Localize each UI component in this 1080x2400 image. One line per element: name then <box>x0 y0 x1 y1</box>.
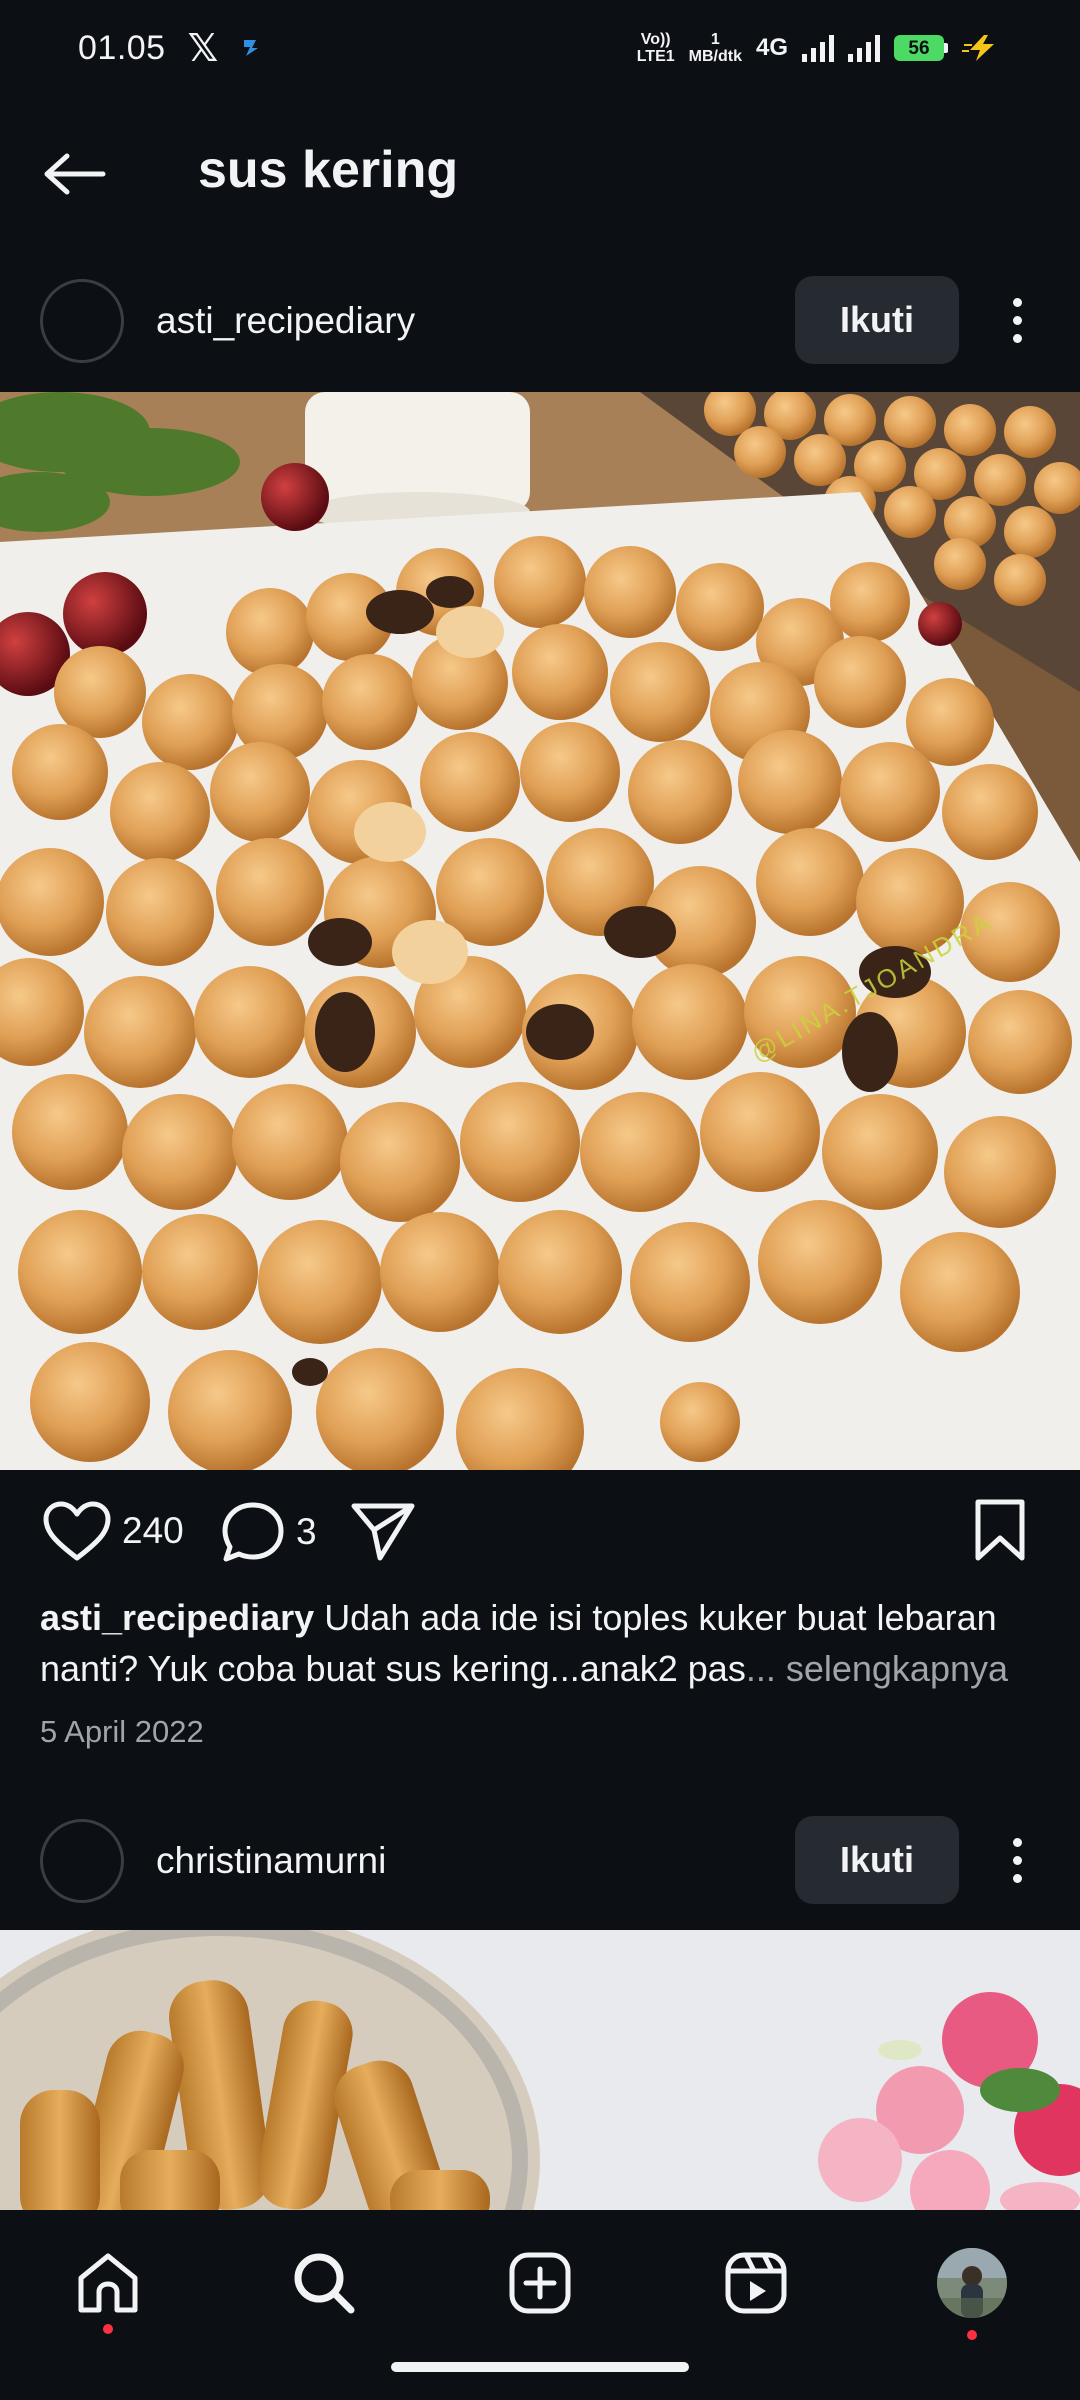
follow-button[interactable]: Ikuti <box>795 1816 959 1904</box>
post-header: christinamurni Ikuti <box>0 1804 1080 1914</box>
status-bar: 01.05 𝕏 Vo)) LTE1 1 MB/dtk 4G 56 <box>0 0 1080 96</box>
post-header: asti_recipediary Ikuti <box>0 264 1080 374</box>
like-count[interactable]: 240 <box>122 1510 184 1552</box>
food-photo <box>0 1930 1080 2210</box>
post-image[interactable] <box>0 1930 1080 2210</box>
like-button[interactable]: 240 <box>42 1500 184 1562</box>
share-button[interactable] <box>350 1500 416 1562</box>
nav-search[interactable] <box>274 2238 374 2328</box>
search-icon <box>294 2253 355 2314</box>
status-time: 01.05 <box>78 28 166 67</box>
profile-photo <box>937 2248 1007 2318</box>
post-actions: 240 3 <box>0 1490 1080 1580</box>
nav-profile[interactable] <box>922 2238 1022 2340</box>
save-button[interactable] <box>972 1498 1028 1562</box>
app-header: sus kering <box>0 110 1080 235</box>
post-username[interactable]: asti_recipediary <box>156 300 415 342</box>
home-indicator[interactable] <box>391 2362 689 2372</box>
comment-button[interactable]: 3 <box>220 1500 317 1564</box>
post-image[interactable]: @LINA.TJOANDRA <box>0 392 1080 1470</box>
comment-icon <box>222 1502 284 1562</box>
reels-icon <box>725 2252 787 2314</box>
back-button[interactable] <box>40 144 110 204</box>
nav-create[interactable] <box>490 2238 590 2328</box>
home-icon <box>78 2253 138 2313</box>
nav-home[interactable] <box>58 2238 158 2334</box>
notification-dot <box>967 2330 977 2340</box>
post-date: 5 April 2022 <box>40 1714 204 1749</box>
notification-app-icon <box>244 40 259 56</box>
avatar[interactable] <box>40 279 124 363</box>
network-speed: 1 MB/dtk <box>688 31 742 65</box>
battery-icon: 56 <box>894 35 948 61</box>
signal-icon <box>802 34 834 62</box>
post-caption[interactable]: asti_recipediary Udah ada ide isi toples… <box>40 1592 1050 1694</box>
arrow-left-icon <box>44 153 106 195</box>
post-username[interactable]: christinamurni <box>156 1840 386 1882</box>
x-app-icon: 𝕏 <box>187 27 219 70</box>
caption-username[interactable]: asti_recipediary <box>40 1597 314 1638</box>
follow-button[interactable]: Ikuti <box>795 276 959 364</box>
more-options-button[interactable] <box>992 1828 1042 1892</box>
heart-icon <box>43 1501 111 1561</box>
network-type: 4G <box>755 34 788 61</box>
avatar[interactable] <box>40 1819 124 1903</box>
profile-avatar <box>937 2248 1007 2318</box>
charging-icon <box>962 35 994 61</box>
nav-reels[interactable] <box>706 2238 806 2328</box>
more-options-button[interactable] <box>992 288 1042 352</box>
bookmark-icon <box>975 1499 1025 1561</box>
page-title: sus kering <box>198 141 459 199</box>
volte-indicator: Vo)) LTE1 <box>636 31 675 65</box>
food-photo <box>0 392 1080 1470</box>
send-icon <box>351 1503 415 1561</box>
comment-count[interactable]: 3 <box>296 1511 317 1553</box>
notification-dot <box>103 2324 113 2334</box>
create-icon <box>509 2252 571 2314</box>
signal-icon-2 <box>848 34 880 62</box>
see-more-link[interactable]: ... selengkapnya <box>746 1648 1008 1689</box>
